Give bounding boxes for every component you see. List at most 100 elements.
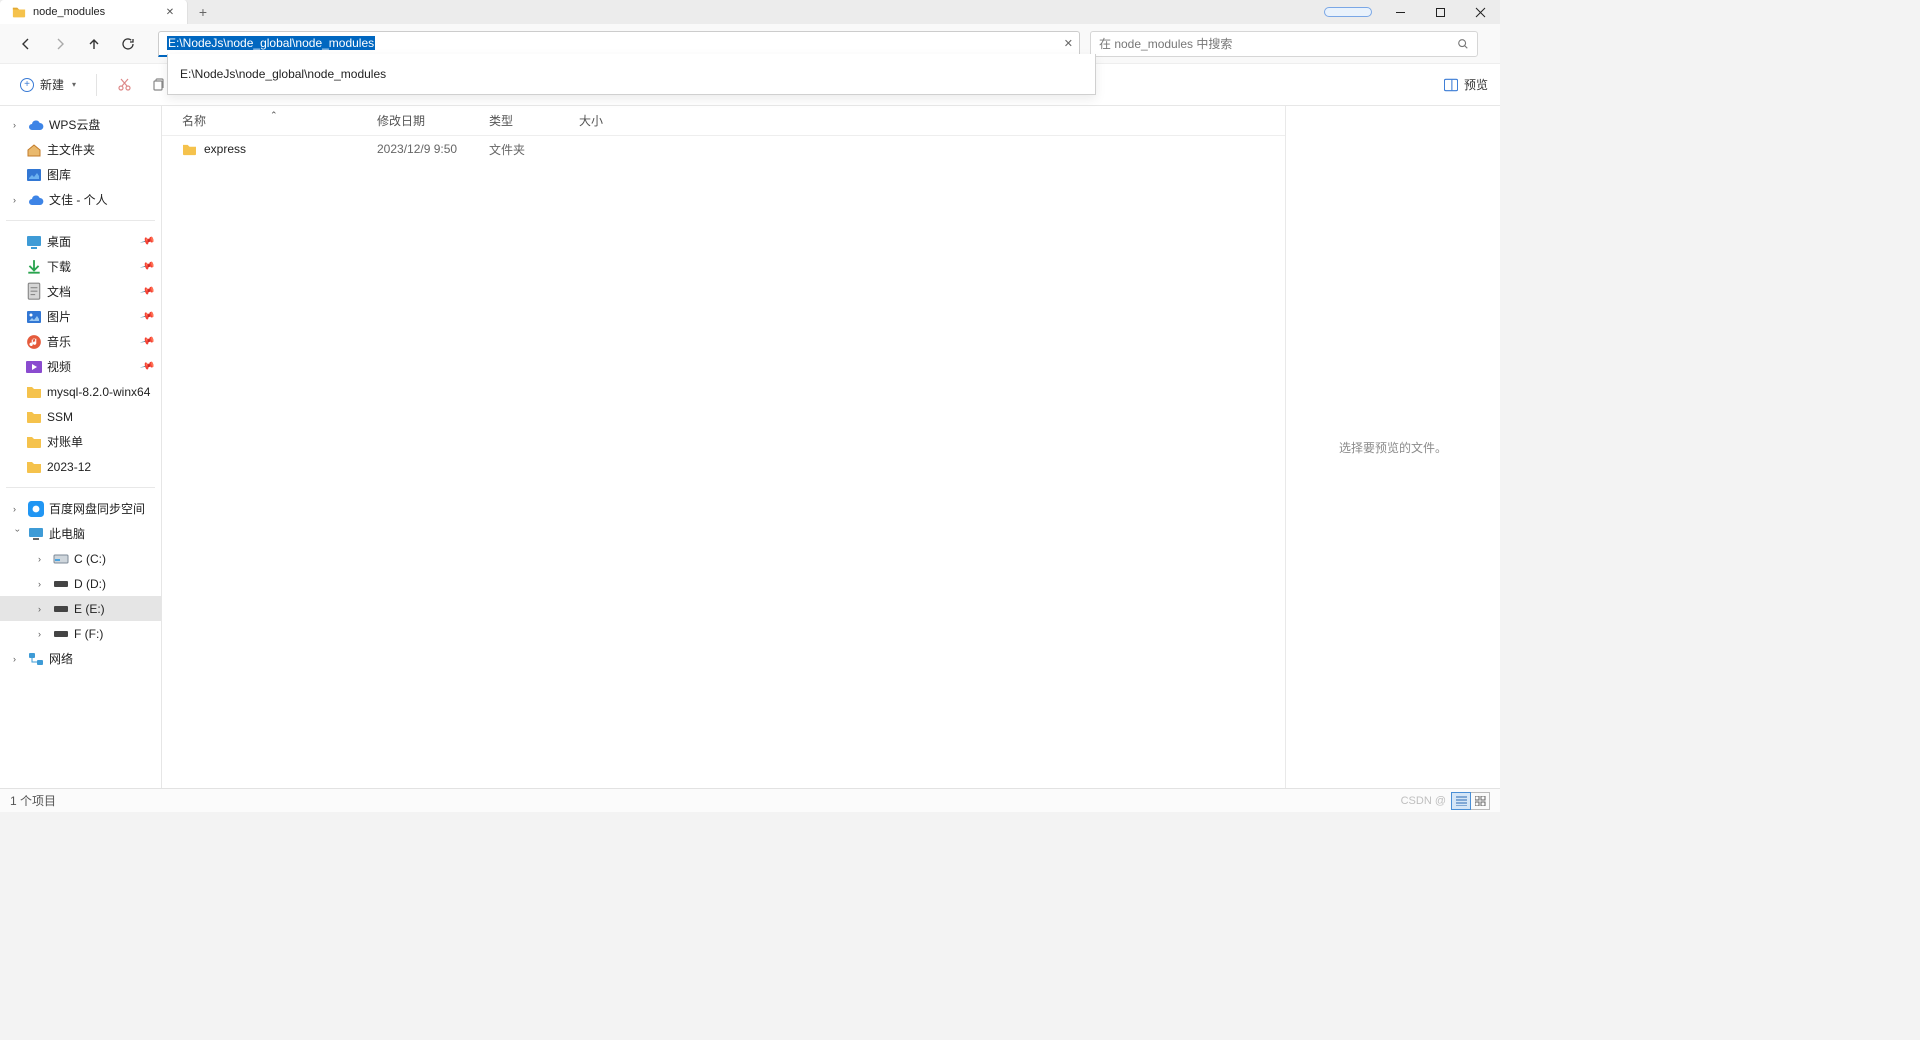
new-button[interactable]: + 新建 ▾: [12, 72, 84, 97]
sidebar-item-label: 图库: [47, 166, 71, 183]
sidebar-item-label: 文佳 - 个人: [49, 191, 108, 208]
sidebar-item-desktop[interactable]: 桌面📌: [0, 229, 161, 254]
address-suggestion-item[interactable]: E:\NodeJs\node_global\node_modules: [168, 62, 1095, 86]
column-type[interactable]: 类型: [489, 112, 579, 129]
drive-icon: [53, 626, 69, 642]
sidebar-item-label: 网络: [49, 650, 73, 667]
address-bar[interactable]: E:\NodeJs\node_global\node_modules ✕: [158, 31, 1080, 57]
sidebar-item-home[interactable]: 主文件夹: [0, 137, 161, 162]
window-close-button[interactable]: [1460, 0, 1500, 24]
folder-icon: [26, 384, 42, 400]
search-icon: [1457, 38, 1469, 50]
pin-icon: 📌: [139, 359, 155, 375]
new-tab-button[interactable]: +: [188, 0, 218, 24]
expand-icon[interactable]: ›: [13, 120, 23, 130]
file-type: 文件夹: [489, 141, 579, 158]
expand-icon[interactable]: ›: [13, 195, 23, 205]
sidebar-item-personal[interactable]: › 文佳 - 个人: [0, 187, 161, 212]
expand-icon[interactable]: ›: [13, 504, 23, 514]
sidebar-item-label: 对账单: [47, 433, 83, 450]
title-pill: [1324, 7, 1372, 17]
preview-toggle-button[interactable]: 预览: [1444, 76, 1488, 93]
sort-asc-icon: ⌃: [270, 110, 278, 121]
column-date[interactable]: 修改日期: [377, 112, 489, 129]
sidebar-item-drive-d[interactable]: › D (D:): [0, 571, 161, 596]
sidebar-item-label: 视频: [47, 358, 71, 375]
baidu-icon: [28, 501, 44, 517]
new-label: 新建: [40, 76, 64, 93]
cloud-icon: [28, 192, 44, 208]
sidebar-item-videos[interactable]: 视频 📌: [0, 354, 161, 379]
preview-label: 预览: [1464, 76, 1488, 93]
preview-icon: [1444, 78, 1458, 92]
forward-button[interactable]: [44, 28, 76, 60]
address-clear-button[interactable]: ✕: [1064, 37, 1073, 50]
sidebar-item-label: F (F:): [74, 627, 103, 641]
sidebar-item-label: 2023-12: [47, 460, 91, 474]
sidebar-item-label: WPS云盘: [49, 116, 100, 133]
expand-icon[interactable]: ›: [38, 579, 48, 589]
drive-icon: [53, 551, 69, 567]
separator: [96, 74, 97, 96]
address-path: E:\NodeJs\node_global\node_modules: [167, 36, 375, 50]
pc-icon: [28, 526, 44, 542]
sidebar-item-baidu-sync[interactable]: › 百度网盘同步空间: [0, 496, 161, 521]
sidebar-item-label: SSM: [47, 410, 73, 424]
icons-view-button[interactable]: [1470, 792, 1490, 810]
details-view-button[interactable]: [1451, 792, 1471, 810]
expand-icon[interactable]: ›: [13, 654, 23, 664]
sidebar-item-mysql[interactable]: mysql-8.2.0-winx64: [0, 379, 161, 404]
folder-icon: [182, 143, 197, 156]
column-name[interactable]: 名称⌃: [182, 112, 377, 129]
sidebar-item-duizhangdan[interactable]: 对账单: [0, 429, 161, 454]
network-icon: [28, 651, 44, 667]
sidebar-item-wps-cloud[interactable]: › WPS云盘: [0, 112, 161, 137]
window-maximize-button[interactable]: [1420, 0, 1460, 24]
pin-icon: 📌: [139, 309, 155, 325]
expand-icon[interactable]: ›: [38, 604, 48, 614]
cloud-icon: [28, 117, 44, 133]
cut-button[interactable]: [109, 70, 139, 100]
desktop-icon: [26, 234, 42, 250]
preview-empty-text: 选择要预览的文件。: [1339, 439, 1447, 456]
sidebar-item-label: D (D:): [74, 577, 106, 591]
sidebar-item-pictures[interactable]: 图片📌: [0, 304, 161, 329]
sidebar-item-drive-e[interactable]: ›E (E:): [0, 596, 161, 621]
tab-title: node_modules: [33, 6, 156, 18]
music-icon: [26, 334, 42, 350]
collapse-icon[interactable]: ›: [13, 529, 23, 539]
sidebar-item-label: 音乐: [47, 333, 71, 350]
sidebar-item-this-pc[interactable]: ›此电脑: [0, 521, 161, 546]
up-button[interactable]: [78, 28, 110, 60]
sidebar-item-downloads[interactable]: 下载 📌: [0, 254, 161, 279]
drive-icon: [53, 576, 69, 592]
close-tab-button[interactable]: ✕: [163, 5, 177, 19]
sidebar-item-label: 下载: [47, 258, 71, 275]
back-button[interactable]: [10, 28, 42, 60]
tab-node-modules[interactable]: node_modules ✕: [0, 0, 188, 24]
sidebar-item-documents[interactable]: 文档📌: [0, 279, 161, 304]
column-headers: 名称⌃ 修改日期 类型 大小: [162, 106, 1285, 136]
pin-icon: 📌: [139, 284, 155, 300]
pin-icon: 📌: [139, 234, 155, 250]
sidebar-item-drive-f[interactable]: › F (F:): [0, 621, 161, 646]
window-minimize-button[interactable]: [1380, 0, 1420, 24]
sidebar-item-gallery[interactable]: 图库: [0, 162, 161, 187]
column-size[interactable]: 大小: [579, 112, 639, 129]
search-placeholder: 在 node_modules 中搜索: [1099, 35, 1457, 52]
search-input[interactable]: 在 node_modules 中搜索: [1090, 31, 1478, 57]
expand-icon[interactable]: ›: [38, 629, 48, 639]
pin-icon: 📌: [139, 259, 155, 275]
sidebar-item-label: 百度网盘同步空间: [49, 500, 145, 517]
file-row[interactable]: express 2023/12/9 9:50 文件夹: [162, 136, 1285, 162]
sidebar-item-music[interactable]: 音乐📌: [0, 329, 161, 354]
main-area: 名称⌃ 修改日期 类型 大小 express 2023/12/9 9:50 文件…: [162, 106, 1500, 788]
sidebar-item-2023-12[interactable]: 2023-12: [0, 454, 161, 479]
sidebar-item-drive-c[interactable]: ›C (C:): [0, 546, 161, 571]
sidebar-item-network[interactable]: › 网络: [0, 646, 161, 671]
sidebar-item-ssm[interactable]: SSM: [0, 404, 161, 429]
sidebar-divider: [6, 220, 155, 221]
plus-icon: +: [20, 78, 34, 92]
refresh-button[interactable]: [112, 28, 144, 60]
expand-icon[interactable]: ›: [38, 554, 48, 564]
